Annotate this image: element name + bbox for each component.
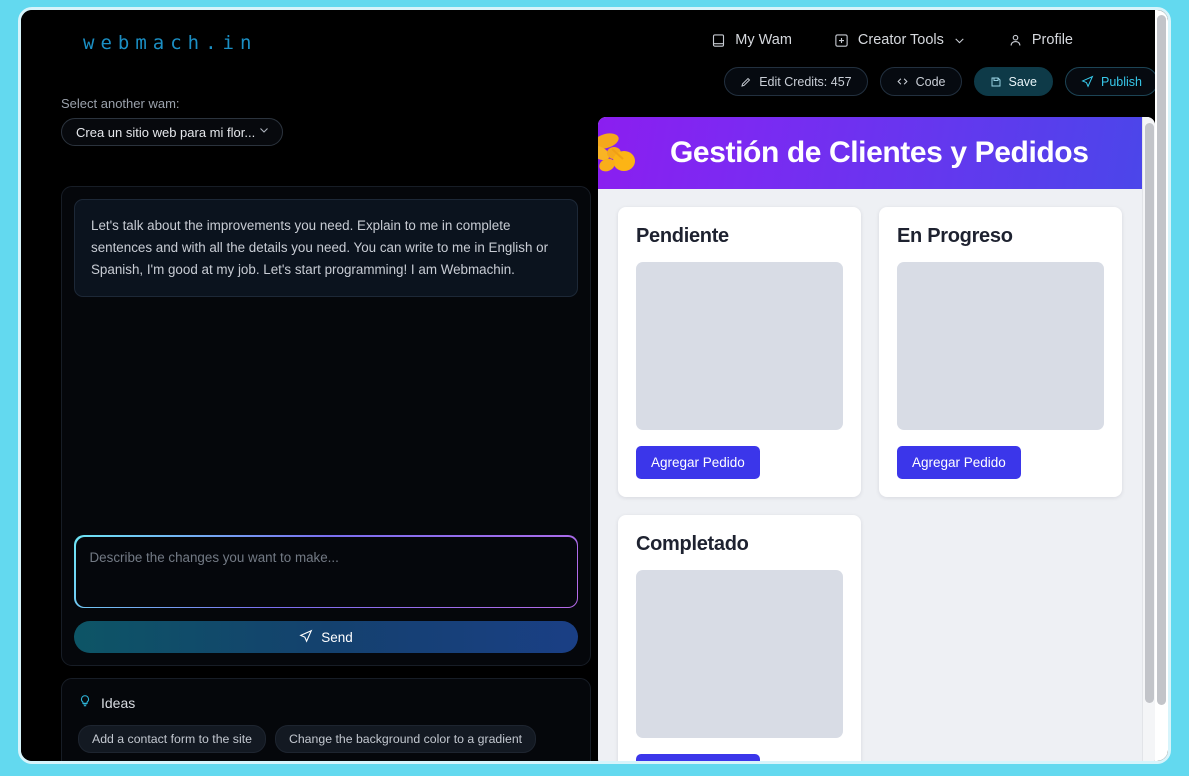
flower-logo-icon <box>598 133 635 172</box>
wam-selector-value: Crea un sitio web para mi flor... <box>76 124 256 140</box>
nav-item-profile-label: Profile <box>1031 32 1073 48</box>
nav-item-my-wam-label: My Wam <box>735 32 792 48</box>
paper-plane-icon <box>1081 75 1094 88</box>
preview-site-header: Gestión de Clientes y Pedidos <box>598 117 1142 189</box>
pencil-icon <box>740 76 752 88</box>
save-button[interactable]: Save <box>973 67 1053 96</box>
browser-viewport-frame: webmach.in My Wam Creator Tools Profile … <box>18 7 1171 764</box>
preview-site-title: Gestión de Clientes y Pedidos <box>670 136 1089 169</box>
brand-logo[interactable]: webmach.in <box>83 32 257 54</box>
chat-composer: Describe the changes you want to make...… <box>74 535 578 653</box>
preview-scrollbar-track[interactable] <box>1142 117 1155 761</box>
add-order-button[interactable]: Agregar Pedido <box>636 754 760 761</box>
chat-panel: Let's talk about the improvements you ne… <box>61 186 591 666</box>
chevron-down-icon <box>953 34 966 47</box>
idea-chip[interactable]: Change the background color to a gradien… <box>274 725 537 753</box>
page-scrollbar-thumb[interactable] <box>1157 15 1166 705</box>
save-label: Save <box>1008 74 1038 89</box>
site-preview-panel: Gestión de Clientes y Pedidos Pendiente … <box>598 117 1155 761</box>
chat-input-placeholder: Describe the changes you want to make... <box>89 549 339 565</box>
code-button[interactable]: Code <box>879 67 962 96</box>
edit-credits-label: Edit Credits: 457 <box>759 74 852 89</box>
ideas-header: Ideas <box>78 693 574 712</box>
wam-selector-dropdown[interactable]: Crea un sitio web para mi flor... <box>61 118 283 146</box>
plus-square-icon <box>834 33 849 48</box>
add-order-button[interactable]: Agregar Pedido <box>636 446 760 479</box>
publish-label: Publish <box>1101 74 1142 89</box>
kanban-dropzone[interactable] <box>636 262 843 430</box>
book-icon <box>711 33 726 48</box>
left-column: Select another wam: Crea un sitio web pa… <box>39 96 593 761</box>
idea-chip-list: Add a contact form to the site Change th… <box>78 725 574 761</box>
nav-item-creator-tools[interactable]: Creator Tools <box>834 32 966 48</box>
send-button[interactable]: Send <box>74 621 578 653</box>
orders-kanban-board: Pendiente Agregar Pedido En Progreso Agr… <box>598 189 1142 761</box>
kanban-dropzone[interactable] <box>897 262 1104 430</box>
app-shell: webmach.in My Wam Creator Tools Profile … <box>21 10 1168 761</box>
edit-credits-button[interactable]: Edit Credits: 457 <box>724 67 868 96</box>
chat-input-field[interactable]: Describe the changes you want to make... <box>75 536 577 607</box>
kanban-column-title: En Progreso <box>897 225 1013 247</box>
primary-nav: My Wam Creator Tools Profile <box>711 32 1073 48</box>
nav-item-profile[interactable]: Profile <box>1008 32 1073 48</box>
kanban-column-en-progreso: En Progreso Agregar Pedido <box>879 207 1122 497</box>
paper-plane-icon <box>299 629 313 646</box>
person-icon <box>1008 33 1023 48</box>
preview-scrollbar-thumb[interactable] <box>1145 123 1154 703</box>
nav-item-my-wam[interactable]: My Wam <box>711 32 792 48</box>
kanban-column-pendiente: Pendiente Agregar Pedido <box>618 207 861 497</box>
idea-chip[interactable]: Add a contact form to the site <box>78 725 266 753</box>
floppy-disk-icon <box>990 76 1002 88</box>
add-order-button[interactable]: Agregar Pedido <box>897 446 1021 479</box>
kanban-column-title: Pendiente <box>636 225 729 247</box>
code-label: Code <box>915 74 946 89</box>
chat-input-gradient-border: Describe the changes you want to make... <box>74 535 578 608</box>
code-icon <box>896 75 909 88</box>
ideas-panel: Ideas Add a contact form to the site Cha… <box>61 678 591 761</box>
action-toolbar: Edit Credits: 457 Code Save Publish <box>724 67 1158 96</box>
ideas-title: Ideas <box>101 694 136 711</box>
site-preview-scroll-area: Gestión de Clientes y Pedidos Pendiente … <box>598 117 1142 761</box>
send-label: Send <box>321 629 353 645</box>
wam-selector-label: Select another wam: <box>61 96 180 111</box>
page-scrollbar-track[interactable] <box>1155 10 1168 761</box>
chat-message-assistant: Let's talk about the improvements you ne… <box>74 199 578 298</box>
chat-message-list: Let's talk about the improvements you ne… <box>62 187 590 591</box>
nav-item-creator-tools-label: Creator Tools <box>857 32 944 48</box>
kanban-dropzone[interactable] <box>636 570 843 738</box>
kanban-column-completado: Completado Agregar Pedido <box>618 515 861 761</box>
publish-button[interactable]: Publish <box>1065 67 1158 96</box>
kanban-column-title: Completado <box>636 533 749 555</box>
chevron-down-icon <box>258 123 270 141</box>
lightbulb-icon <box>78 693 92 712</box>
